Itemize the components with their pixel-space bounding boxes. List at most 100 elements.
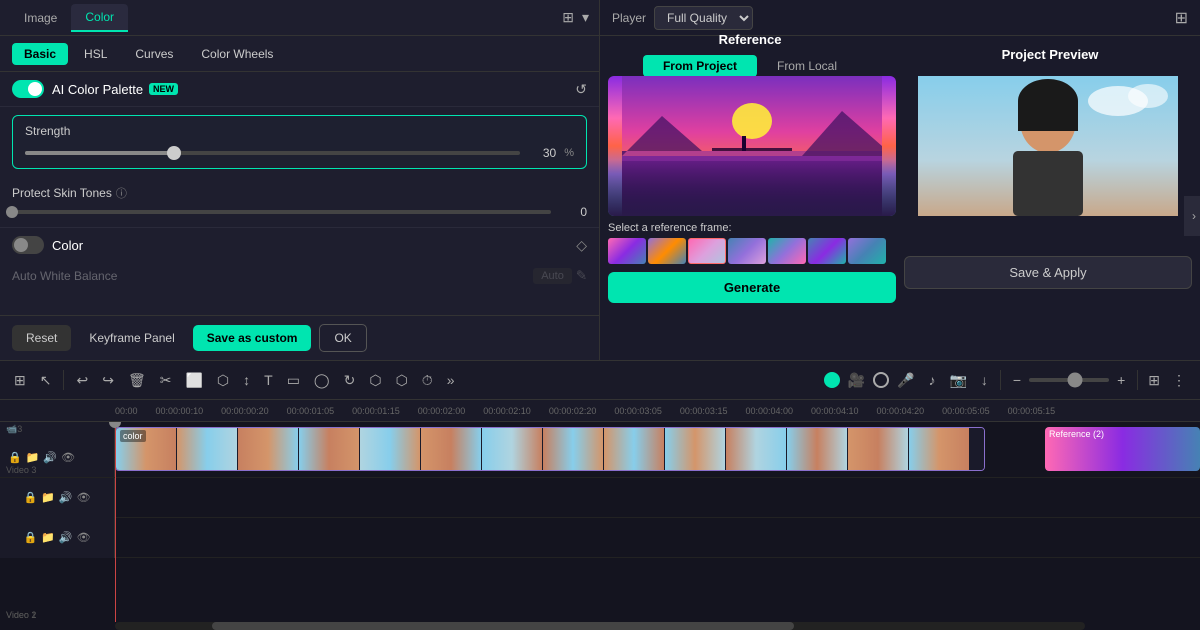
ruler-time-9: 00:00:03:15	[680, 406, 746, 416]
track-lock-1[interactable]: 🔒	[23, 531, 37, 544]
track-lock-2[interactable]: 🔒	[23, 491, 37, 504]
track-volume-2[interactable]: 🔊	[59, 491, 73, 504]
ai-palette-toggle[interactable]	[12, 80, 44, 98]
tool-undo-icon[interactable]: ↩	[70, 368, 94, 393]
film-frame-13	[848, 428, 908, 471]
film-frame-6	[421, 428, 481, 471]
tool-camera-icon[interactable]: 🎥	[842, 368, 871, 393]
tool-text-icon[interactable]: T	[258, 368, 279, 392]
track-lock-3[interactable]: 🔒	[8, 451, 22, 464]
ok-button[interactable]: OK	[319, 324, 366, 352]
timeline-ruler: 00:00 00:00:00:10 00:00:00:20 00:00:01:0…	[0, 400, 1200, 422]
reference-clip[interactable]: Reference (2)	[1045, 427, 1200, 471]
auto-wb-pencil-icon[interactable]: ✎	[576, 268, 587, 284]
tool-more2-icon[interactable]: ⋮	[1166, 368, 1192, 393]
frame-thumb-2[interactable]	[648, 238, 686, 264]
tool-cut-icon[interactable]: ✂	[154, 368, 178, 393]
tool-more-icon[interactable]: »	[441, 368, 461, 392]
frame-thumb-3[interactable]	[688, 238, 726, 264]
track-eye-1[interactable]: 👁	[77, 531, 91, 544]
track-row-1: 🔒 📁 🔊 👁 Video 1	[0, 518, 1200, 558]
track-volume-3[interactable]: 🔊	[43, 451, 57, 464]
protect-slider-track[interactable]	[12, 210, 551, 214]
tool-zoom-out-icon[interactable]: −	[1007, 368, 1027, 392]
tool-delete-icon[interactable]: 🗑	[122, 368, 152, 393]
tool-rotate-icon[interactable]: ↻	[338, 368, 362, 393]
arrow-right-button[interactable]: ›	[1184, 196, 1200, 236]
strength-slider-track[interactable]	[25, 151, 520, 155]
track-label-1: Video 1	[6, 610, 36, 620]
tool-redo-icon[interactable]: ↪	[96, 368, 120, 393]
generate-button[interactable]: Generate	[608, 272, 896, 303]
tool-fill-icon[interactable]: ⬡	[363, 368, 387, 393]
split-view-icon[interactable]: ⊞	[562, 9, 574, 26]
subtab-curves[interactable]: Curves	[123, 43, 185, 65]
keyframe-panel-button[interactable]: Keyframe Panel	[79, 325, 184, 351]
subtab-basic[interactable]: Basic	[12, 43, 68, 65]
ruler-time-0: 00:00	[115, 406, 156, 416]
zoom-slider[interactable]	[1029, 378, 1109, 382]
subtab-colorwheels[interactable]: Color Wheels	[189, 43, 285, 65]
track-folder-1[interactable]: 📁	[41, 531, 55, 544]
ruler-time-14: 00:00:05:15	[1008, 406, 1074, 416]
portrait-svg	[904, 76, 1192, 216]
film-frames	[116, 428, 969, 470]
frame-thumb-4[interactable]	[728, 238, 766, 264]
frame-thumb-7[interactable]	[848, 238, 886, 264]
track-folder-3[interactable]: 📁	[26, 451, 40, 464]
subtab-hsl[interactable]: HSL	[72, 43, 119, 65]
tool-split-icon[interactable]: ⬡	[390, 368, 414, 393]
tool-screenshot-icon[interactable]: 📷	[943, 368, 972, 393]
track-folder-2[interactable]: 📁	[41, 491, 55, 504]
tool-transform-icon[interactable]: ⬡	[211, 368, 235, 393]
save-as-custom-button[interactable]: Save as custom	[193, 325, 312, 351]
scrollbar-thumb[interactable]	[212, 622, 794, 630]
tool-zoom-in-icon[interactable]: +	[1111, 368, 1131, 392]
protect-skin-label: Protect Skin Tones	[12, 186, 112, 200]
diamond-icon: ◇	[576, 237, 587, 254]
frame-thumb-1[interactable]	[608, 238, 646, 264]
tool-timer-icon[interactable]: ⏱	[416, 368, 439, 393]
protect-slider-thumb[interactable]	[6, 206, 18, 218]
track-content-2	[115, 478, 1200, 517]
frame-thumb-5[interactable]	[768, 238, 806, 264]
tool-crop-icon[interactable]: ⬜	[179, 368, 208, 393]
film-frame-12	[787, 428, 847, 471]
protect-slider-row: 0	[0, 205, 599, 227]
info-icon[interactable]: ⓘ	[116, 185, 127, 201]
tab-image[interactable]: Image	[10, 5, 71, 31]
track-volume-1[interactable]: 🔊	[59, 531, 73, 544]
video-clip-3[interactable]: color	[115, 427, 985, 471]
tool-audio-icon[interactable]: ↕	[237, 368, 256, 392]
grid-layout-icon[interactable]: ⊞	[1144, 368, 1164, 393]
tool-select-icon[interactable]: ↖	[34, 368, 58, 393]
horizontal-scrollbar[interactable]	[115, 622, 1085, 630]
color-label: Color	[52, 238, 83, 253]
track-eye-3[interactable]: 👁	[61, 451, 75, 464]
auto-wb-button[interactable]: Auto	[533, 268, 572, 284]
tool-audio2-icon[interactable]: ♪	[922, 368, 941, 392]
color-toggle[interactable]	[12, 236, 44, 254]
auto-wb-label: Auto White Balance	[12, 269, 533, 283]
frame-thumb-6[interactable]	[808, 238, 846, 264]
tool-rect-icon[interactable]: ▭	[281, 368, 306, 393]
tool-export-icon[interactable]: ↓	[975, 368, 994, 392]
ai-reset-button[interactable]: ↺	[575, 81, 587, 98]
film-frame-10	[665, 428, 725, 471]
tool-layout-icon[interactable]: ⊞	[8, 368, 32, 393]
track-controls-2: 🔒 📁 🔊 👁 Video 2	[0, 478, 115, 518]
tab-color[interactable]: Color	[71, 4, 128, 32]
grid-view-icon[interactable]: ⊞	[1175, 8, 1188, 28]
track-eye-2[interactable]: 👁	[77, 491, 91, 504]
toolbar: ⊞ ↖ ↩ ↪ 🗑 ✂ ⬜ ⬡ ↕ T ▭ ◯ ↻ ⬡ ⬡ ⏱ » 🎥 🎤 ♪ …	[0, 360, 1200, 400]
chevron-down-icon[interactable]: ▾	[582, 9, 589, 26]
strength-slider-thumb[interactable]	[167, 146, 181, 160]
quality-select[interactable]: Full Quality	[654, 6, 753, 30]
tool-mask-icon[interactable]: ◯	[308, 368, 336, 393]
ruler-time-4: 00:00:01:15	[352, 406, 418, 416]
timeline-tracks: 📹3 🔒 📁 🔊 👁 Video 3	[0, 422, 1200, 622]
tool-mic-icon[interactable]: 🎤	[891, 368, 920, 393]
reset-button[interactable]: Reset	[12, 325, 71, 351]
seek-line	[115, 422, 116, 622]
save-apply-button[interactable]: Save & Apply	[904, 256, 1192, 289]
